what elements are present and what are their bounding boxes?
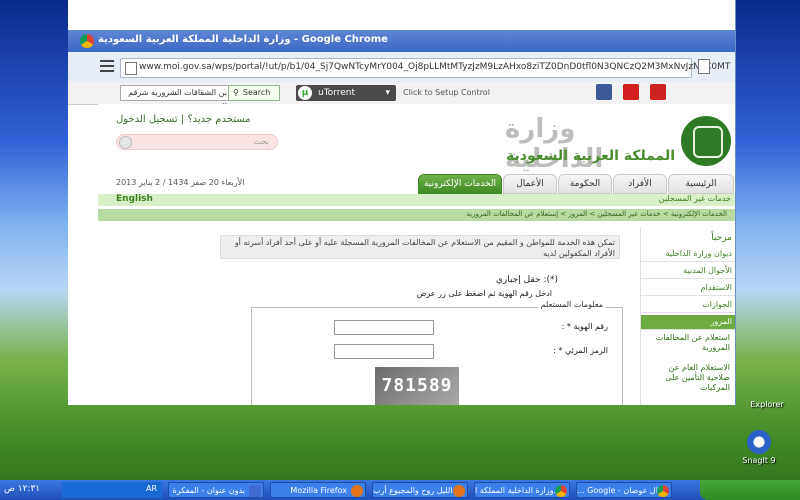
ministry-logo[interactable]: وزارة الداخلية المملكة العربية السعودية bbox=[505, 112, 735, 174]
inquirer-fieldset: معلومات المستعلم رقم الهوية * : الرمز ال… bbox=[251, 300, 623, 405]
tab-e-services[interactable]: الخدمات الإلكترونية bbox=[418, 174, 502, 194]
sidebar: مرحباً ديوان وزارة الداخلية الأحوال المد… bbox=[640, 227, 735, 405]
title-bar[interactable]: وزارة الداخلية المملكة العربية السعودية … bbox=[68, 30, 735, 52]
tab-business[interactable]: الأعمال bbox=[503, 174, 557, 194]
section-bar: English خدمات غير المسجلين bbox=[98, 194, 735, 206]
sidebar-sub-insurance[interactable]: الاستعلام العام عن صلاحية التأمين على ال… bbox=[650, 363, 730, 393]
login-link[interactable]: مستخدم جديد؟ | تسجيل الدخول bbox=[116, 114, 250, 125]
firefox-icon bbox=[453, 485, 465, 497]
desktop-top bbox=[68, 0, 735, 30]
cb-icon[interactable] bbox=[649, 84, 666, 100]
id-number-input[interactable] bbox=[334, 320, 434, 335]
task-firefox[interactable]: Mozilla Firefox bbox=[270, 482, 366, 498]
task-notepad[interactable]: بدون عنوان - المفكرة bbox=[168, 482, 264, 498]
sidebar-item-traffic[interactable]: المرور bbox=[641, 315, 735, 330]
taskbar: ١٢:٣١ ص AR بدون عنوان - المفكرة Mozilla … bbox=[0, 480, 800, 500]
snagit-desktop-icon[interactable]: SnagIt 9 bbox=[729, 430, 789, 465]
explorer-desktop-icon[interactable]: Explorer bbox=[737, 400, 797, 409]
facebook-icon[interactable] bbox=[596, 84, 612, 100]
snagit-icon bbox=[747, 430, 771, 454]
utorrent-button[interactable]: µ uTorrent ▾ bbox=[296, 85, 396, 101]
window-title: وزارة الداخلية المملكة العربية السعودية … bbox=[98, 34, 388, 45]
section-title: خدمات غير المسجلين bbox=[658, 194, 731, 203]
captcha-image: 781589 bbox=[375, 367, 459, 405]
toolbar-app-icons bbox=[596, 84, 674, 103]
setup-control-link[interactable]: Click to Setup Control bbox=[403, 88, 490, 97]
sidebar-welcome: مرحباً bbox=[711, 233, 732, 243]
required-note: (*): حقل إجباري bbox=[495, 275, 558, 285]
sidebar-item-civil-affairs[interactable]: الأحوال المدنية bbox=[641, 264, 735, 279]
tab-individuals[interactable]: الأفراد bbox=[613, 174, 667, 194]
tab-government[interactable]: الحكومة bbox=[558, 174, 612, 194]
browser-toolbar: www.moi.gov.sa/wps/portal/!ut/p/b1/04_Sj… bbox=[68, 52, 735, 83]
page-menu-icon[interactable] bbox=[698, 59, 710, 74]
utorrent-icon: µ bbox=[298, 86, 312, 100]
code-label: الرمز المرئي * : bbox=[553, 346, 608, 355]
url-text: www.moi.gov.sa/wps/portal/!ut/p/b1/04_Sj… bbox=[139, 62, 731, 72]
sidebar-item-ministry-office[interactable]: ديوان وزارة الداخلية bbox=[641, 247, 735, 262]
toolbar-dropdown[interactable]: بن الشقاقات الشروريه شرقم الهويه bbox=[120, 85, 232, 111]
browser-window: وزارة الداخلية المملكة العربية السعودية … bbox=[68, 0, 736, 405]
task-chrome-google[interactable]: ... Google - عقال عوضان bbox=[576, 482, 672, 498]
english-link[interactable]: English bbox=[116, 194, 153, 204]
emblem-icon bbox=[681, 116, 731, 166]
task-firefox-2[interactable]: الليل روح والمجيوع أرب... bbox=[372, 482, 468, 498]
system-tray: AR bbox=[62, 482, 162, 498]
toolbar-search-button[interactable]: ⚲ Search bbox=[228, 85, 280, 101]
web-page: مستخدم جديد؟ | تسجيل الدخول بحث وزارة ال… bbox=[98, 104, 735, 405]
id-label: رقم الهوية * : bbox=[561, 322, 608, 331]
chrome-icon bbox=[657, 485, 669, 497]
captcha-input[interactable] bbox=[334, 344, 434, 359]
desktop-left bbox=[0, 0, 68, 480]
menu-icon[interactable] bbox=[100, 60, 114, 72]
service-notice: تمكن هذه الخدمة للمواطن و المقيم من الاس… bbox=[220, 235, 620, 259]
tab-home[interactable]: الرئيسية bbox=[668, 174, 734, 194]
main-content: تمكن هذه الخدمة للمواطن و المقيم من الاس… bbox=[98, 227, 638, 405]
play-icon[interactable] bbox=[622, 84, 639, 100]
start-button[interactable] bbox=[700, 480, 800, 500]
task-chrome-moi[interactable]: وزارة الداخلية المملكة ا... bbox=[474, 482, 570, 498]
firefox-icon bbox=[351, 485, 363, 497]
address-bar[interactable]: www.moi.gov.sa/wps/portal/!ut/p/b1/04_Sj… bbox=[120, 58, 730, 78]
main-nav: الرئيسية الأفراد الحكومة الأعمال الخدمات… bbox=[418, 172, 735, 194]
chrome-icon bbox=[80, 34, 94, 48]
site-search-input[interactable]: بحث bbox=[116, 134, 278, 150]
search-go-icon[interactable] bbox=[119, 136, 132, 149]
language-indicator[interactable]: AR bbox=[146, 484, 157, 493]
desktop-right: Explorer SnagIt 9 bbox=[735, 0, 800, 480]
extension-toolbar: بن الشقاقات الشروريه شرقم الهويه ⚲Search… bbox=[68, 82, 735, 111]
clock: ١٢:٣١ ص bbox=[4, 484, 41, 494]
date-text: الأربعاء 20 صفر 1434 / 2 يناير 2013 bbox=[116, 178, 245, 187]
sidebar-item-recruitment[interactable]: الاستقدام bbox=[641, 281, 735, 296]
sidebar-item-passports[interactable]: الجوازات bbox=[641, 298, 735, 313]
search-icon: ⚲ bbox=[233, 88, 239, 97]
notepad-icon bbox=[249, 485, 261, 497]
chevron-down-icon: ▾ bbox=[385, 88, 390, 98]
page-icon bbox=[125, 62, 137, 75]
breadcrumb: الخدمات الإلكترونية > خدمات غير المسجلين… bbox=[98, 209, 735, 221]
chrome-icon bbox=[555, 485, 567, 497]
hint-text: ادخل رقم الهوية ثم اضغط على زر عرض bbox=[416, 289, 552, 298]
sidebar-sub-violations[interactable]: استعلام عن المخالفات المرورية bbox=[650, 333, 730, 353]
